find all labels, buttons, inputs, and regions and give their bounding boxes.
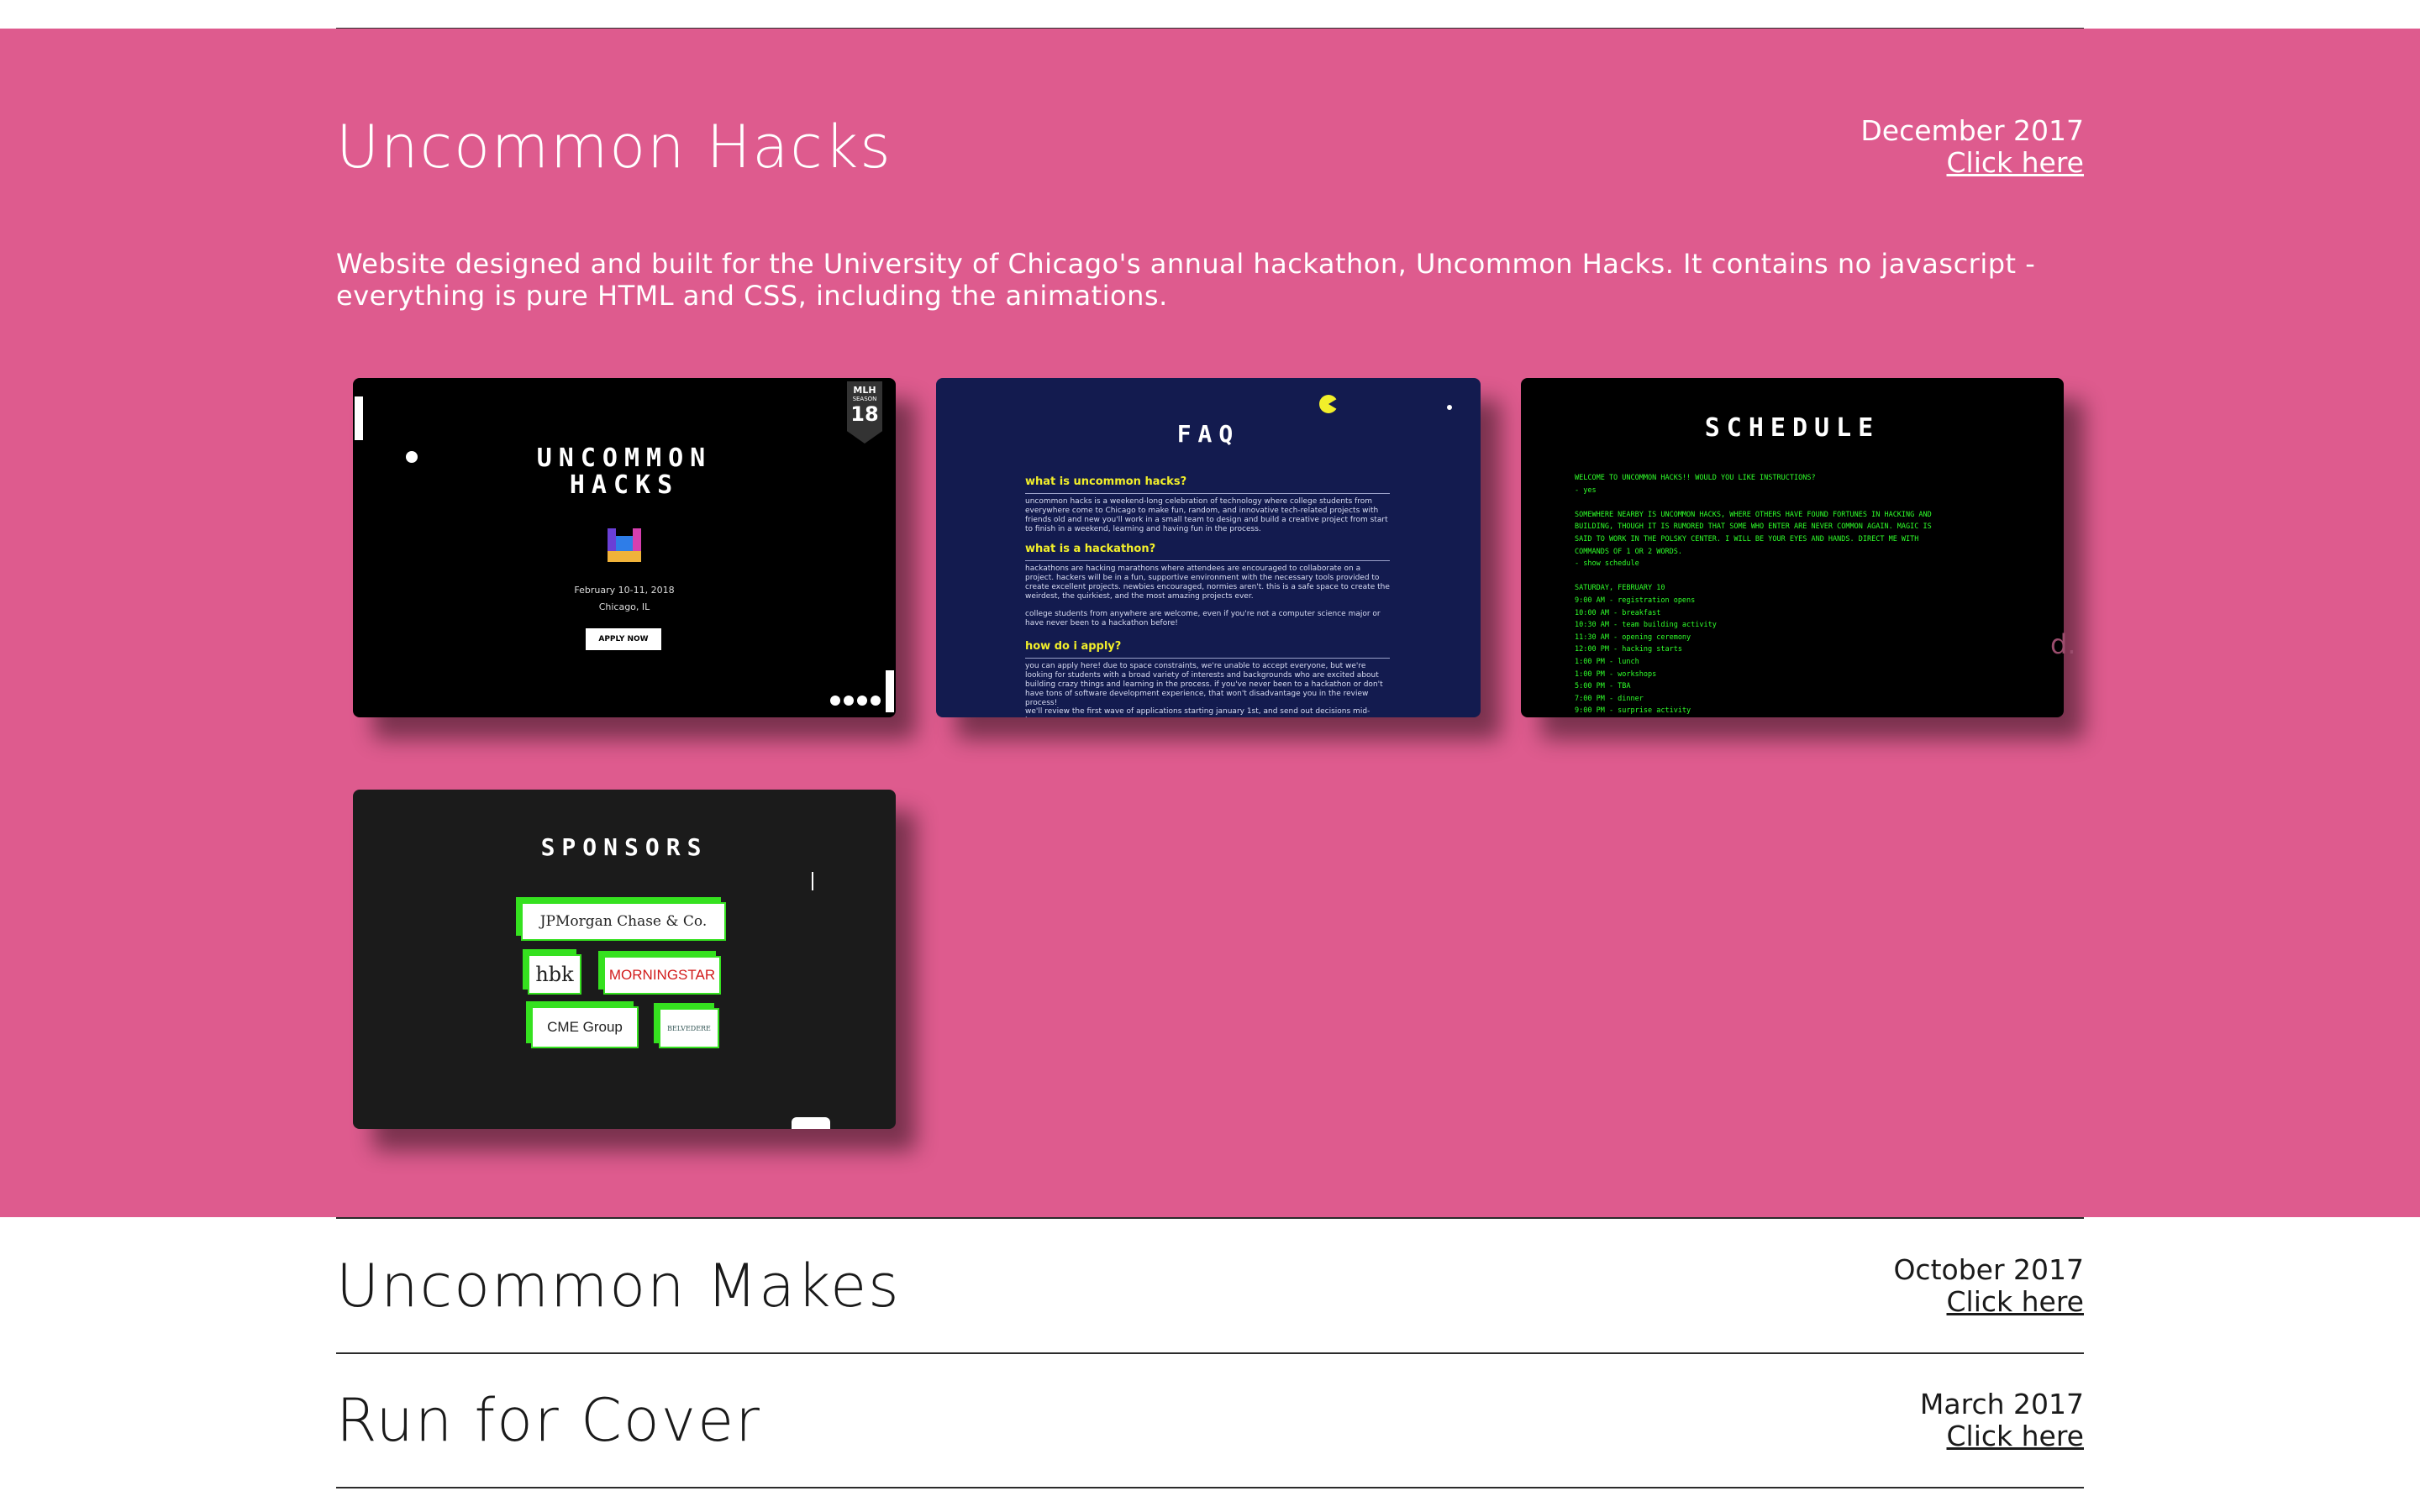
project-date: March 2017 bbox=[1919, 1388, 2084, 1420]
screenshot-sponsors[interactable]: SPONSORS JPMorgan Chase & Co. hbk MORNIN… bbox=[353, 790, 896, 1129]
site-title-line: UNCOMMON bbox=[536, 444, 713, 473]
sponsors-title: SPONSORS bbox=[540, 833, 708, 861]
screenshot-faq[interactable]: FAQ what is uncommon hacks? uncommon hac… bbox=[936, 378, 1481, 717]
screenshot-home[interactable]: MLH SEASON 18 UNCOMMON HACKS February 10… bbox=[353, 378, 896, 717]
sponsor-logo: hbk bbox=[528, 954, 581, 995]
twitter-icon[interactable] bbox=[844, 696, 854, 706]
scroll-indicator bbox=[355, 396, 363, 440]
project-link[interactable]: Click here bbox=[1947, 1285, 2085, 1318]
facebook-icon[interactable] bbox=[830, 696, 840, 706]
badge-label: MLH bbox=[853, 385, 876, 396]
spaceship-icon bbox=[792, 1117, 830, 1129]
mlh-badge: MLH SEASON 18 bbox=[847, 381, 882, 444]
event-location: Chicago, IL bbox=[598, 601, 650, 612]
sponsor-logo: BELVEDERE bbox=[659, 1008, 719, 1048]
site-title-line: HACKS bbox=[569, 470, 680, 500]
social-icons bbox=[830, 696, 881, 706]
faq-answer: we'll review the first wave of applicati… bbox=[1025, 707, 1370, 717]
pellet-icon bbox=[1447, 405, 1452, 410]
terminal-output: WELCOME TO UNCOMMON HACKS!! WOULD YOU LI… bbox=[1575, 474, 1932, 716]
pacman-icon bbox=[1319, 395, 1338, 413]
instagram-icon[interactable] bbox=[857, 696, 867, 706]
project-meta: December 2017 Click here bbox=[1860, 115, 2084, 179]
project-meta: October 2017 Click here bbox=[1893, 1254, 2084, 1318]
badge-number: 18 bbox=[850, 402, 879, 426]
screenshot-schedule[interactable]: SCHEDULE WELCOME TO UNCOMMON HACKS!! WOU… bbox=[1521, 378, 2064, 717]
divider bbox=[336, 1487, 2084, 1488]
faq-answer: you can apply here! due to space constra… bbox=[1025, 662, 1383, 707]
event-date: February 10-11, 2018 bbox=[574, 585, 675, 596]
divider bbox=[336, 1217, 2084, 1219]
apply-button[interactable]: APPLY NOW bbox=[586, 628, 661, 650]
project-date: October 2017 bbox=[1893, 1253, 2084, 1286]
uncommon-logo-icon bbox=[608, 528, 641, 562]
faq-answer: hackathons are hacking marathons where a… bbox=[1025, 564, 1390, 601]
sponsor-logo: JPMorgan Chase & Co. bbox=[521, 902, 726, 941]
schedule-title: SCHEDULE bbox=[1704, 413, 1881, 443]
faq-question: how do i apply? bbox=[1025, 640, 1390, 659]
project-date: December 2017 bbox=[1860, 114, 2084, 147]
scroll-indicator bbox=[886, 670, 894, 712]
email-icon[interactable] bbox=[871, 696, 881, 706]
faq-title: FAQ bbox=[1176, 420, 1240, 448]
event-info: February 10-11, 2018 Chicago, IL bbox=[353, 582, 896, 616]
project-title: Uncommon Hacks bbox=[336, 113, 892, 181]
faq-answer: uncommon hacks is a weekend-long celebra… bbox=[1025, 497, 1388, 533]
project-title: Uncommon Makes bbox=[336, 1252, 901, 1320]
faq-answer: college students from anywhere are welco… bbox=[1025, 610, 1381, 627]
project-title: Run for Cover bbox=[336, 1386, 761, 1455]
divider bbox=[336, 1352, 2084, 1354]
project-meta: March 2017 Click here bbox=[1920, 1389, 2084, 1452]
ghost-text: d. bbox=[2050, 628, 2076, 660]
project-link[interactable]: Click here bbox=[1947, 1420, 2085, 1452]
sponsor-logo: CME Group bbox=[531, 1006, 639, 1048]
faq-question: what is a hackathon? bbox=[1025, 543, 1390, 561]
faq-question: what is uncommon hacks? bbox=[1025, 475, 1390, 494]
site-title: UNCOMMON HACKS bbox=[353, 445, 896, 499]
project-link[interactable]: Click here bbox=[1947, 146, 2085, 179]
sponsor-logo: MORNINGSTAR bbox=[603, 956, 721, 995]
text-cursor bbox=[812, 872, 813, 890]
project-description: Website designed and built for the Unive… bbox=[336, 248, 2036, 312]
badge-label: SEASON bbox=[852, 396, 877, 402]
